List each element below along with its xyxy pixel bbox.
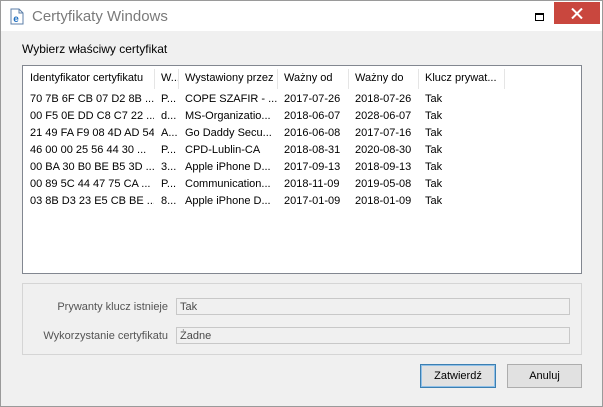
cell-issuer: Apple iPhone D... [185, 195, 271, 207]
cell-id: 00 89 5C 44 47 75 CA ... [30, 178, 151, 190]
cell-id: 00 BA 30 B0 BE B5 3D ... [30, 161, 154, 173]
table-row[interactable]: 00 BA 30 B0 BE B5 3D ... 3... Apple iPho… [24, 159, 580, 176]
cell-private-key: Tak [425, 110, 443, 122]
cell-valid-to: 2019-05-08 [355, 178, 412, 190]
cell-valid-to: 2018-09-13 [355, 161, 412, 173]
table-row[interactable]: 21 49 FA F9 08 4D AD 54 A... Go Daddy Se… [24, 125, 580, 142]
cell-valid-from: 2016-06-08 [284, 127, 341, 139]
usage-label: Wykorzystanie certyfikatu [43, 330, 168, 342]
private-key-field: Tak [176, 298, 570, 315]
column-header-issuer[interactable]: Wystawiony przez [179, 66, 277, 90]
cell-valid-from: 2017-07-26 [284, 93, 341, 105]
column-divider[interactable] [504, 69, 505, 89]
cell-valid-from: 2017-09-13 [284, 161, 341, 173]
cell-private-key: Tak [425, 93, 443, 105]
usage-field: Żadne [176, 327, 570, 344]
minimize-button[interactable] [528, 5, 550, 25]
certificate-list[interactable]: Identyfikator certyfikatu W... Wystawion… [22, 65, 582, 274]
cell-w: 3... [161, 161, 177, 173]
cell-valid-to: 2017-07-16 [355, 127, 412, 139]
cell-id: 00 F5 0E DD C8 C7 22 ... [30, 110, 154, 122]
cell-w: P... [161, 93, 177, 105]
cell-issuer: Communication... [185, 178, 271, 190]
cell-id: 70 7B 6F CB 07 D2 8B ... [30, 93, 154, 105]
column-header-valid-to[interactable]: Ważny do [349, 66, 418, 90]
window-title: Certyfikaty Windows [32, 8, 168, 25]
cell-issuer: Apple iPhone D... [185, 161, 271, 173]
table-row[interactable]: 00 F5 0E DD C8 C7 22 ... d... MS-Organiz… [24, 108, 580, 125]
cell-id: 46 00 00 25 56 44 30 ... [30, 144, 147, 156]
private-key-label: Prywanty klucz istnieje [57, 301, 168, 313]
close-icon [571, 8, 583, 19]
cell-private-key: Tak [425, 195, 443, 207]
column-header-private-key[interactable]: Klucz prywat... [419, 66, 504, 90]
table-row[interactable]: 03 8B D3 23 E5 CB BE ... 8... Apple iPho… [24, 193, 580, 210]
cell-w: 8... [161, 195, 177, 207]
cell-private-key: Tak [425, 127, 443, 139]
cell-valid-to: 2028-06-07 [355, 110, 412, 122]
cell-id: 03 8B D3 23 E5 CB BE ... [30, 195, 154, 207]
cell-w: d... [161, 110, 177, 122]
cell-valid-from: 2018-11-09 [284, 178, 340, 190]
cell-w: P... [161, 144, 177, 156]
column-header-valid-from[interactable]: Ważny od [278, 66, 348, 90]
cell-valid-to: 2020-08-30 [355, 144, 412, 156]
title-bar: e Certyfikaty Windows [1, 1, 602, 31]
cell-issuer: Go Daddy Secu... [185, 127, 272, 139]
close-button[interactable] [554, 2, 600, 24]
cell-valid-from: 2018-08-31 [284, 144, 341, 156]
column-header-id[interactable]: Identyfikator certyfikatu [24, 66, 154, 90]
cell-valid-to: 2018-07-26 [355, 93, 412, 105]
table-row[interactable]: 00 89 5C 44 47 75 CA ... P... Communicat… [24, 176, 580, 193]
table-header: Identyfikator certyfikatu W... Wystawion… [24, 66, 580, 90]
cell-issuer: CPD-Lublin-CA [185, 144, 261, 156]
table-body: 70 7B 6F CB 07 D2 8B ... P... COPE SZAFI… [24, 91, 580, 210]
document-e-icon: e [9, 8, 25, 25]
cell-private-key: Tak [425, 178, 443, 190]
certificate-dialog: e Certyfikaty Windows Wybierz właściwy c… [0, 0, 603, 407]
cell-private-key: Tak [425, 144, 443, 156]
cell-valid-to: 2018-01-09 [355, 195, 412, 207]
cell-w: A... [161, 127, 178, 139]
confirm-button[interactable]: Zatwierdź [420, 364, 496, 388]
table-row[interactable]: 70 7B 6F CB 07 D2 8B ... P... COPE SZAFI… [24, 91, 580, 108]
cell-issuer: MS-Organizatio... [185, 110, 271, 122]
svg-text:e: e [13, 14, 19, 25]
certificate-properties-panel: Prywanty klucz istnieje Tak Wykorzystani… [22, 283, 582, 355]
cell-private-key: Tak [425, 161, 443, 173]
cancel-button[interactable]: Anuluj [507, 364, 582, 388]
cell-valid-from: 2017-01-09 [284, 195, 341, 207]
cell-w: P... [161, 178, 177, 190]
cell-id: 21 49 FA F9 08 4D AD 54 [30, 127, 154, 139]
table-row[interactable]: 46 00 00 25 56 44 30 ... P... CPD-Lublin… [24, 142, 580, 159]
cell-valid-from: 2018-06-07 [284, 110, 341, 122]
cell-issuer: COPE SZAFIR - ... [185, 93, 277, 105]
instruction-text: Wybierz właściwy certyfikat [22, 42, 168, 56]
column-header-w[interactable]: W... [155, 66, 178, 90]
